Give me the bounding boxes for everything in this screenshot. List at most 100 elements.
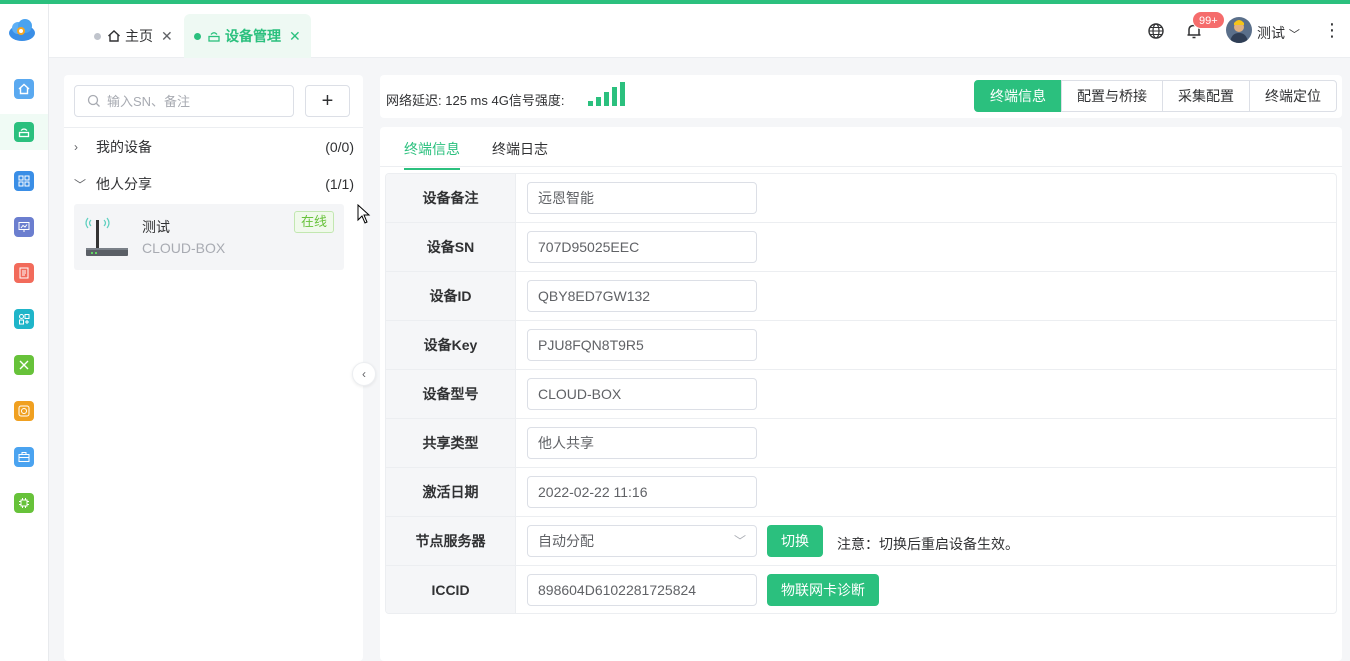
device-status-bar: 网络延迟: 125 ms 4G信号强度: 终端信息 配置与桥接 采集配置 终端定… [380, 75, 1342, 118]
add-device-button[interactable]: + [305, 85, 350, 117]
chevron-down-icon: ﹀ [1288, 29, 1300, 41]
close-icon[interactable]: ✕ [289, 28, 301, 45]
field-label: 设备Key [386, 321, 516, 369]
search-input[interactable] [107, 93, 277, 109]
device-key-field[interactable]: PJU8FQN8T9R5 [527, 329, 757, 361]
tab-status-dot [94, 32, 101, 40]
field-label: 激活日期 [386, 468, 516, 516]
camera-icon [14, 401, 34, 421]
cpu-icon [14, 493, 34, 513]
tab-label: 设备管理 [225, 28, 281, 44]
activation-date-field[interactable]: 2022-02-22 11:16 [527, 476, 757, 508]
collection-config-button[interactable]: 采集配置 [1162, 80, 1250, 112]
group-my-devices[interactable]: › 我的设备 (0/0) [74, 135, 354, 159]
tools-icon [14, 355, 34, 375]
online-status-badge: 在线 [293, 211, 334, 233]
device-list-panel: + › 我的设备 (0/0) ﹀ 他人分享 (1/1) 测试 CLOUD-BOX… [64, 75, 363, 661]
close-icon[interactable]: ✕ [161, 28, 173, 45]
field-label: ICCID [386, 566, 516, 613]
chevron-left-icon: ‹ [362, 367, 366, 381]
latency-label: 网络延迟: [386, 93, 442, 108]
rail-item-device[interactable] [0, 114, 48, 150]
device-info-form: 设备备注 远恩智能 设备SN 707D95025EEC 设备ID QBY8ED7… [385, 173, 1337, 614]
switch-note: 注意：切换后重启设备生效。 [837, 536, 1019, 552]
presentation-icon [14, 217, 34, 237]
tab-status-dot [194, 32, 201, 40]
sub-tabs: 终端信息 终端日志 [380, 127, 1342, 170]
tab-label: 主页 [125, 28, 153, 44]
user-name[interactable]: 测试 ﹀ [1257, 23, 1300, 43]
notification-badge: 99+ [1192, 11, 1225, 29]
form-row: 共享类型 他人共享 [386, 419, 1336, 468]
rail-item-apps[interactable] [0, 163, 48, 199]
form-row: 设备备注 远恩智能 [386, 174, 1336, 223]
field-label: 设备ID [386, 272, 516, 320]
tab-device-management[interactable]: 设备管理 ✕ [184, 14, 311, 58]
form-row: 设备SN 707D95025EEC [386, 223, 1336, 272]
field-label: 节点服务器 [386, 517, 516, 565]
plus-icon: + [321, 89, 334, 112]
avatar[interactable] [1226, 17, 1252, 43]
share-type-field[interactable]: 他人共享 [527, 427, 757, 459]
rail-item-home[interactable] [0, 71, 48, 107]
form-row: 设备型号 CLOUD-BOX [386, 370, 1336, 419]
form-row: 节点服务器 自动分配 ﹀ 切换 注意：切换后重启设备生效。 [386, 517, 1336, 566]
rail-item-config[interactable] [0, 301, 48, 337]
sim-diagnose-button[interactable]: 物联网卡诊断 [767, 574, 879, 606]
rail-item-report[interactable] [0, 255, 48, 291]
select-value: 自动分配 [538, 533, 594, 549]
form-row: 激活日期 2022-02-22 11:16 [386, 468, 1336, 517]
sn-field[interactable]: 707D95025EEC [527, 231, 757, 263]
device-name: 测试 [142, 219, 170, 235]
mouse-cursor-icon [357, 204, 371, 224]
device-model: CLOUD-BOX [142, 240, 226, 256]
rail-item-monitor[interactable] [0, 209, 48, 245]
search-box[interactable] [74, 85, 294, 117]
device-id-field[interactable]: QBY8ED7GW132 [527, 280, 757, 312]
rail-item-package[interactable] [0, 439, 48, 475]
form-row: 设备Key PJU8FQN8T9R5 [386, 321, 1336, 370]
grid-icon [14, 171, 34, 191]
top-header: 主页 ✕ 设备管理 ✕ 99+ 测试 ﹀ ⋮ [49, 4, 1350, 58]
rail-item-processor[interactable] [0, 485, 48, 521]
field-label: 共享类型 [386, 419, 516, 467]
side-rail [0, 4, 49, 661]
router-device-icon [85, 217, 128, 256]
home-outline-icon [108, 30, 120, 42]
terminal-view-buttons: 终端信息 配置与桥接 采集配置 终端定位 [974, 80, 1337, 112]
cloud-logo-icon [9, 19, 35, 41]
chevron-right-icon: › [74, 140, 78, 154]
more-vertical-icon[interactable]: ⋮ [1323, 20, 1341, 41]
node-server-select[interactable]: 自动分配 ﹀ [527, 525, 757, 557]
form-row: ICCID 898604D6102281725824 物联网卡诊断 [386, 566, 1336, 613]
tab-terminal-log[interactable]: 终端日志 [492, 139, 548, 168]
signal-strength-icon [588, 82, 625, 106]
divider [64, 127, 363, 128]
collapse-panel-button[interactable]: ‹ [352, 362, 376, 386]
signal-label: 4G信号强度: [491, 93, 565, 108]
iccid-field[interactable]: 898604D6102281725824 [527, 574, 757, 606]
group-label: 我的设备 [96, 139, 152, 155]
switch-button[interactable]: 切换 [767, 525, 823, 557]
chevron-down-icon: ﹀ [733, 534, 746, 548]
remark-field[interactable]: 远恩智能 [527, 182, 757, 214]
model-field[interactable]: CLOUD-BOX [527, 378, 757, 410]
router-icon [14, 122, 34, 142]
tab-home[interactable]: 主页 ✕ [84, 14, 183, 58]
latency-value: 125 ms [445, 93, 488, 108]
config-bridge-button[interactable]: 配置与桥接 [1061, 80, 1163, 112]
search-icon [87, 94, 100, 107]
form-row: 设备ID QBY8ED7GW132 [386, 272, 1336, 321]
device-list-item[interactable]: 测试 CLOUD-BOX 在线 [74, 204, 344, 270]
document-icon [14, 263, 34, 283]
terminal-info-button[interactable]: 终端信息 [974, 80, 1062, 112]
rail-item-chip[interactable] [0, 393, 48, 429]
tab-terminal-info[interactable]: 终端信息 [404, 139, 460, 170]
home-icon [14, 79, 34, 99]
router-outline-icon [208, 32, 220, 42]
terminal-location-button[interactable]: 终端定位 [1249, 80, 1337, 112]
group-count: (1/1) [325, 176, 354, 192]
globe-icon[interactable] [1147, 22, 1165, 40]
rail-item-tools[interactable] [0, 347, 48, 383]
group-shared-devices[interactable]: ﹀ 他人分享 (1/1) [74, 172, 354, 196]
